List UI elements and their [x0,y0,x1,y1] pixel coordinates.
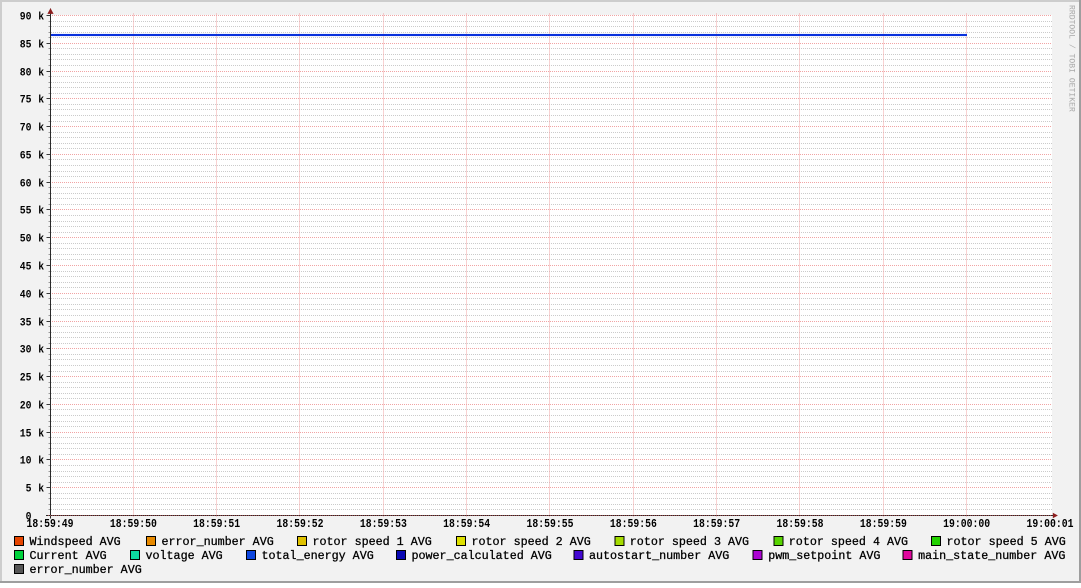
svg-text:18:59:50: 18:59:50 [110,518,157,531]
svg-text:40: 40 [20,290,32,302]
svg-text:85: 85 [20,40,32,52]
svg-text:autostart_number AVG: autostart_number AVG [589,549,729,563]
svg-text:error_number AVG: error_number AVG [162,535,274,549]
svg-text:rotor speed 1 AVG: rotor speed 1 AVG [313,535,432,549]
svg-text:k: k [38,262,44,274]
svg-text:k: k [38,151,44,163]
svg-text:70: 70 [20,123,32,135]
svg-text:18:59:58: 18:59:58 [777,518,824,531]
svg-text:rotor speed 5 AVG: rotor speed 5 AVG [947,535,1066,549]
svg-text:k: k [38,206,44,218]
svg-text:10: 10 [20,456,32,468]
svg-text:18:59:57: 18:59:57 [693,518,740,531]
svg-text:80: 80 [20,68,32,80]
svg-text:rotor speed 2 AVG: rotor speed 2 AVG [472,535,591,549]
svg-text:35: 35 [20,318,32,330]
svg-text:25: 25 [20,373,32,385]
svg-text:18:59:53: 18:59:53 [360,518,407,531]
svg-text:k: k [38,373,44,385]
svg-text:19:00:01: 19:00:01 [1027,518,1074,531]
svg-text:60: 60 [20,179,32,191]
svg-text:k: k [38,345,44,357]
svg-text:50: 50 [20,234,32,246]
svg-text:k: k [38,429,44,441]
svg-text:18:59:55: 18:59:55 [527,518,574,531]
svg-text:15: 15 [20,429,32,441]
svg-text:k: k [38,12,44,24]
svg-text:19:00:00: 19:00:00 [943,518,990,531]
svg-text:20: 20 [20,401,32,413]
svg-text:18:59:52: 18:59:52 [277,518,324,531]
svg-text:5: 5 [26,484,32,496]
svg-text:rotor speed 4 AVG: rotor speed 4 AVG [789,535,908,549]
svg-text:18:59:54: 18:59:54 [443,518,490,531]
svg-text:45: 45 [20,262,32,274]
svg-text:Current AVG: Current AVG [30,549,107,563]
svg-text:k: k [38,484,44,496]
svg-text:30: 30 [20,345,32,357]
svg-text:18:59:51: 18:59:51 [193,518,240,531]
svg-text:k: k [38,318,44,330]
svg-text:Windspeed AVG: Windspeed AVG [30,535,121,549]
svg-text:55: 55 [20,206,32,218]
svg-text:k: k [38,401,44,413]
svg-text:pwm_setpoint AVG: pwm_setpoint AVG [768,549,880,563]
svg-text:k: k [38,40,44,52]
svg-text:18:59:59: 18:59:59 [860,518,907,531]
svg-text:power_calculated AVG: power_calculated AVG [412,549,552,563]
svg-text:total_energy AVG: total_energy AVG [262,549,374,563]
svg-text:main_state_number AVG: main_state_number AVG [918,549,1065,563]
svg-text:75: 75 [20,95,32,107]
svg-text:rotor speed 3 AVG: rotor speed 3 AVG [630,535,749,549]
svg-text:k: k [38,123,44,135]
svg-text:error_number AVG: error_number AVG [30,563,142,577]
svg-text:k: k [38,68,44,80]
svg-text:k: k [38,234,44,246]
svg-text:18:59:56: 18:59:56 [610,518,657,531]
svg-text:18:59:49: 18:59:49 [27,518,74,531]
svg-text:RRDTOOL / TOBI OETIKER: RRDTOOL / TOBI OETIKER [1067,5,1076,112]
svg-text:65: 65 [20,151,32,163]
svg-text:k: k [38,95,44,107]
svg-text:k: k [38,290,44,302]
svg-text:k: k [38,179,44,191]
svg-text:voltage AVG: voltage AVG [146,549,223,563]
svg-text:90: 90 [20,12,32,24]
svg-text:k: k [38,456,44,468]
